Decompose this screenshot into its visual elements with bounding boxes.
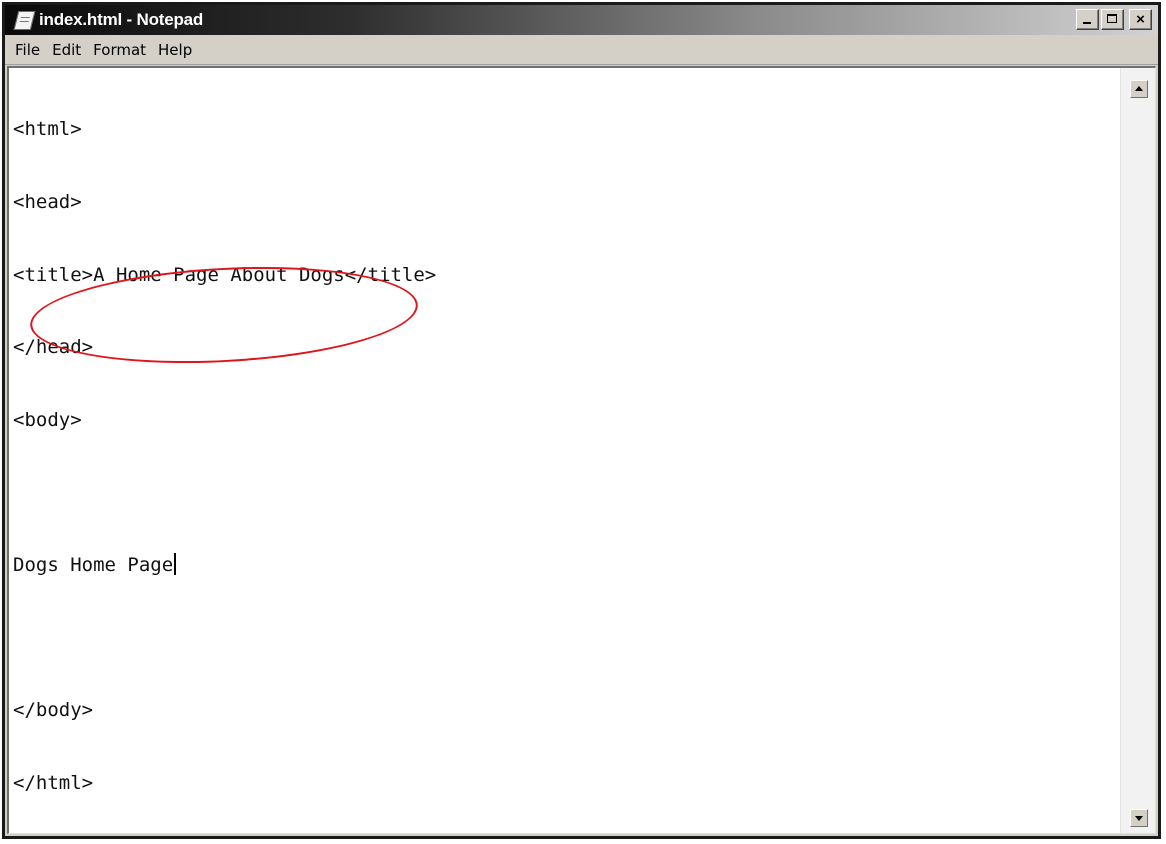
close-icon: ×: [1136, 11, 1145, 28]
window-title: index.html - Notepad: [39, 10, 204, 29]
editor-text-area[interactable]: <html> <head> <title>A Home Page About D…: [13, 69, 1115, 833]
notepad-window: index.html - Notepad × File Edit Format …: [2, 2, 1161, 839]
arrow-down-icon: [1135, 816, 1143, 821]
vertical-scrollbar[interactable]: [1120, 68, 1155, 833]
maximize-icon: [1107, 14, 1117, 23]
code-line: <html>: [13, 118, 82, 141]
menu-file[interactable]: File: [9, 41, 46, 59]
notepad-icon[interactable]: [13, 10, 36, 30]
close-button[interactable]: ×: [1129, 9, 1152, 30]
menu-edit[interactable]: Edit: [46, 41, 87, 59]
menu-format[interactable]: Format: [87, 41, 152, 59]
code-line: </body>: [13, 699, 94, 722]
menu-bar: File Edit Format Help: [5, 35, 1158, 65]
arrow-up-icon: [1135, 86, 1143, 91]
maximize-button[interactable]: [1101, 9, 1124, 30]
code-line: <title>A Home Page About Dogs</title>: [13, 263, 437, 286]
caret-line: Dogs Home Page: [13, 552, 1115, 577]
window-controls: ×: [1076, 9, 1152, 30]
code-line: </head>: [13, 336, 94, 359]
code-line-text: Dogs Home Page: [13, 553, 174, 576]
code-line: <head>: [13, 191, 82, 213]
text-caret: [174, 552, 177, 575]
code-line: <body>: [13, 408, 82, 431]
text-editor[interactable]: <html> <head> <title>A Home Page About D…: [7, 66, 1156, 834]
title-bar[interactable]: index.html - Notepad ×: [5, 5, 1158, 35]
code-line: </html>: [13, 771, 94, 794]
menu-help[interactable]: Help: [152, 41, 198, 59]
scroll-down-button[interactable]: [1130, 809, 1148, 827]
scroll-up-button[interactable]: [1130, 80, 1148, 98]
minimize-icon: [1083, 22, 1091, 24]
minimize-button[interactable]: [1076, 9, 1099, 30]
